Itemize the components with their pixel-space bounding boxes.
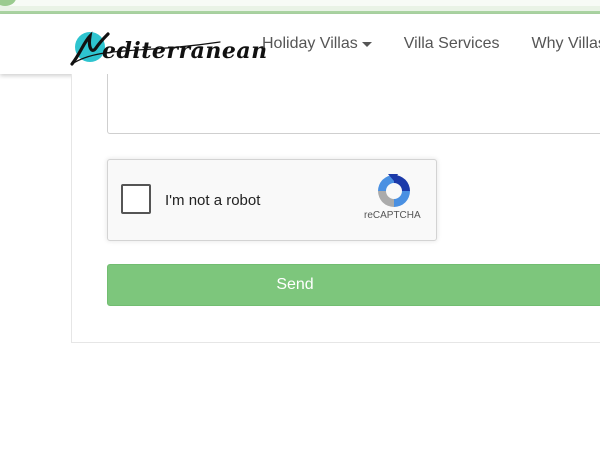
nav-item-holiday-villas[interactable]: Holiday Villas <box>262 35 372 53</box>
recaptcha-checkbox[interactable] <box>121 184 151 214</box>
caret-down-icon <box>361 41 372 47</box>
main-nav: Holiday Villas Villa Services Why Villas… <box>262 14 600 74</box>
nav-item-why-villas[interactable]: Why Villas I <box>532 35 600 53</box>
send-button[interactable]: Send <box>107 264 600 306</box>
nav-item-label: Why Villas I <box>531 35 600 52</box>
message-textarea[interactable] <box>107 74 600 134</box>
recaptcha-logo-icon <box>378 174 410 207</box>
recaptcha-label: I'm not a robot <box>165 192 261 209</box>
site-header: editerranean Holiday Villas Villa Servic… <box>0 14 600 74</box>
nav-item-label: Holiday Villas <box>262 35 358 52</box>
top-banner-bar <box>0 0 600 6</box>
top-banner-strip <box>0 0 600 14</box>
nav-item-label: Villa Services <box>403 35 500 52</box>
recaptcha-widget: I'm not a robot reCAPTCHA <box>107 159 437 241</box>
nav-item-villa-services[interactable]: Villa Services <box>404 35 500 53</box>
logo-wordmark: editerranean <box>102 38 268 64</box>
site-logo[interactable]: editerranean <box>70 24 267 68</box>
recaptcha-brand: reCAPTCHA <box>364 210 421 221</box>
